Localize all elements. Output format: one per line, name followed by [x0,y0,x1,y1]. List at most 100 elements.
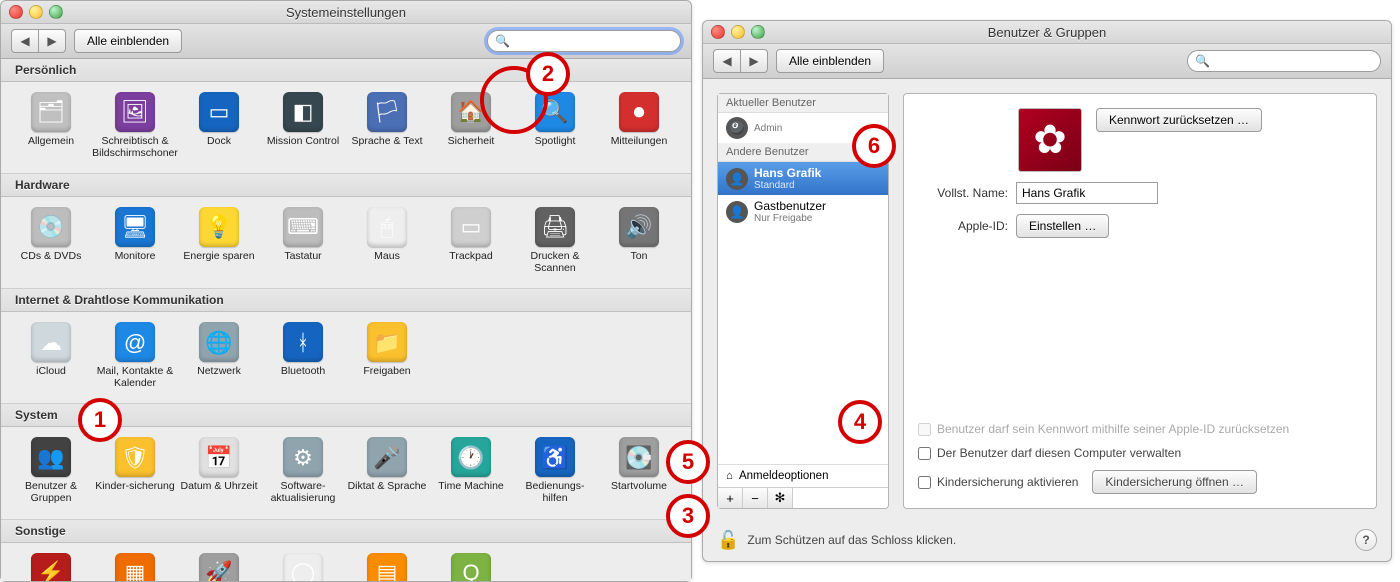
current-user-row[interactable]: 🎱 Admin [718,113,888,143]
pref-item[interactable]: ☁iCloud [11,322,91,389]
search-input[interactable] [1187,50,1381,72]
pref-icon: 🚀 [199,553,239,582]
lock-icon[interactable]: 🔓 [717,530,739,551]
section-header: System [1,403,691,427]
pref-item[interactable]: ▦GoPro [95,553,175,582]
pref-item[interactable]: 📁Freigaben [347,322,427,389]
pref-item[interactable]: ⚙ Software-aktualisierung [263,437,343,504]
show-all-button[interactable]: Alle einblenden [776,49,884,73]
parental-label: Kindersicherung aktivieren [937,475,1078,489]
pref-icon: @ [115,322,155,362]
pref-label: Bluetooth [281,365,325,377]
pref-item[interactable]: 🖥Monitore [95,207,175,274]
pref-label: Kinder-sicherung [95,480,174,492]
login-options-row[interactable]: ⌂ Anmeldeoptionen [718,464,888,487]
pref-item[interactable]: ◧Mission Control [263,92,343,159]
open-parental-button[interactable]: Kindersicherung öffnen … [1092,470,1257,494]
pref-label: Diktat & Sprache [348,480,427,492]
pref-item[interactable]: 📅Datum & Uhrzeit [179,437,259,504]
pref-icon: 🏠 [451,92,491,132]
pref-item[interactable]: 🖱Maus [347,207,427,274]
nav-buttons: ◀ ▶ [11,29,66,53]
pref-icon: ⏺ [619,92,659,132]
pref-item[interactable]: 🗂Allgemein [11,92,91,159]
pref-item[interactable]: ⌨Tastatur [263,207,343,274]
back-button[interactable]: ◀ [11,29,39,53]
pref-item[interactable]: ▤Norton QuickMenu [347,553,427,582]
pref-icon: 📅 [199,437,239,477]
pref-item[interactable]: ◯Control Center [263,553,343,582]
pref-item[interactable]: 💡Energie sparen [179,207,259,274]
pref-label: Ton [631,250,648,262]
pref-icon: 💿 [31,207,71,247]
pref-icon: ⚡ [31,553,71,582]
pref-item[interactable]: @Mail, Kontakte & Kalender [95,322,175,389]
forward-button[interactable]: ▶ [741,49,768,73]
pref-label: Maus [374,250,400,262]
apple-id-reset-checkbox [918,423,931,436]
user-name: Gastbenutzer [754,199,826,213]
add-user-button[interactable]: + [718,488,743,508]
section-grid: 💿CDs & DVDs🖥Monitore💡Energie sparen⌨Tast… [1,197,691,288]
pref-item[interactable]: 💿CDs & DVDs [11,207,91,274]
apple-id-set-button[interactable]: Einstellen … [1016,214,1109,238]
pref-item[interactable]: ⚡Flash Player [11,553,91,582]
pref-item[interactable]: ⏺ Mitteilungen [599,92,679,159]
remove-user-button[interactable]: − [743,488,768,508]
pref-icon: 💽 [619,437,659,477]
pref-item[interactable]: 🌐Netzwerk [179,322,259,389]
pref-icon: 🎤 [367,437,407,477]
pref-item[interactable]: ▭Trackpad [431,207,511,274]
pref-item[interactable]: 🖨Drucken & Scannen [515,207,595,274]
pref-item[interactable]: 👥Benutzer & Gruppen [11,437,91,504]
pref-item[interactable]: 🔊Ton [599,207,679,274]
search-icon: 🔍 [1195,54,1210,68]
show-all-button[interactable]: Alle einblenden [74,29,182,53]
pref-icon: ▦ [115,553,155,582]
parental-checkbox[interactable] [918,476,931,489]
admin-checkbox-row[interactable]: Der Benutzer darf diesen Computer verwal… [918,446,1362,460]
pref-item[interactable]: 🚀Launchpad [179,553,259,582]
user-name: Hans Grafik [754,166,821,180]
pref-item[interactable]: ♿Bedienungs-hilfen [515,437,595,504]
avatar-icon: 👤 [726,168,748,190]
pref-item[interactable]: QQuark Update [431,553,511,582]
pref-icon: ♿ [535,437,575,477]
window-title: Systemeinstellungen [1,5,691,20]
lock-footer: 🔓 Zum Schützen auf das Schloss klicken. … [703,523,1391,561]
apple-id-reset-checkbox-row: Benutzer darf sein Kennwort mithilfe sei… [918,422,1362,436]
pref-item[interactable]: ᚼBluetooth [263,322,343,389]
parental-checkbox-row[interactable]: Kindersicherung aktivieren Kindersicheru… [918,470,1362,494]
preference-grid: Persönlich🗂Allgemein🖼Schreibtisch & Bild… [1,59,691,581]
user-role: Admin [754,123,782,134]
user-row[interactable]: 👤GastbenutzerNur Freigabe [718,195,888,228]
pref-icon: ◯ [283,553,323,582]
pref-item[interactable]: 🛡Kinder-sicherung [95,437,175,504]
pref-item[interactable]: 🎤 Diktat & Sprache [347,437,427,504]
pref-icon: ⚙ [283,437,323,477]
help-button[interactable]: ? [1355,529,1377,551]
pref-item[interactable]: ▭Dock [179,92,259,159]
full-name-input[interactable] [1016,182,1158,204]
section-header: Sonstige [1,519,691,543]
reset-password-button[interactable]: Kennwort zurücksetzen … [1096,108,1262,132]
pref-item[interactable]: 🖼Schreibtisch & Bildschirmschoner [95,92,175,159]
forward-button[interactable]: ▶ [39,29,66,53]
pref-label: Software-aktualisierung [263,480,343,504]
pref-label: Trackpad [449,250,492,262]
pref-item[interactable]: 🔍Spotlight [515,92,595,159]
admin-checkbox[interactable] [918,447,931,460]
user-actions-button[interactable]: ✻ [768,488,793,508]
pref-item[interactable]: 💽Startvolume [599,437,679,504]
user-row[interactable]: 👤Hans GrafikStandard [718,162,888,195]
pref-item[interactable]: 🏳Sprache & Text [347,92,427,159]
search-input[interactable] [487,30,681,52]
section-grid: 👥Benutzer & Gruppen🛡Kinder-sicherung📅Dat… [1,427,691,518]
back-button[interactable]: ◀ [713,49,741,73]
pref-item[interactable]: 🕐Time Machine [431,437,511,504]
pref-label: Dock [207,135,231,147]
user-avatar[interactable]: ✿ [1018,108,1082,172]
pref-label: Mitteilungen [611,135,668,147]
pref-label: Sicherheit [448,135,495,147]
pref-item[interactable]: 🏠 Sicherheit [431,92,511,159]
